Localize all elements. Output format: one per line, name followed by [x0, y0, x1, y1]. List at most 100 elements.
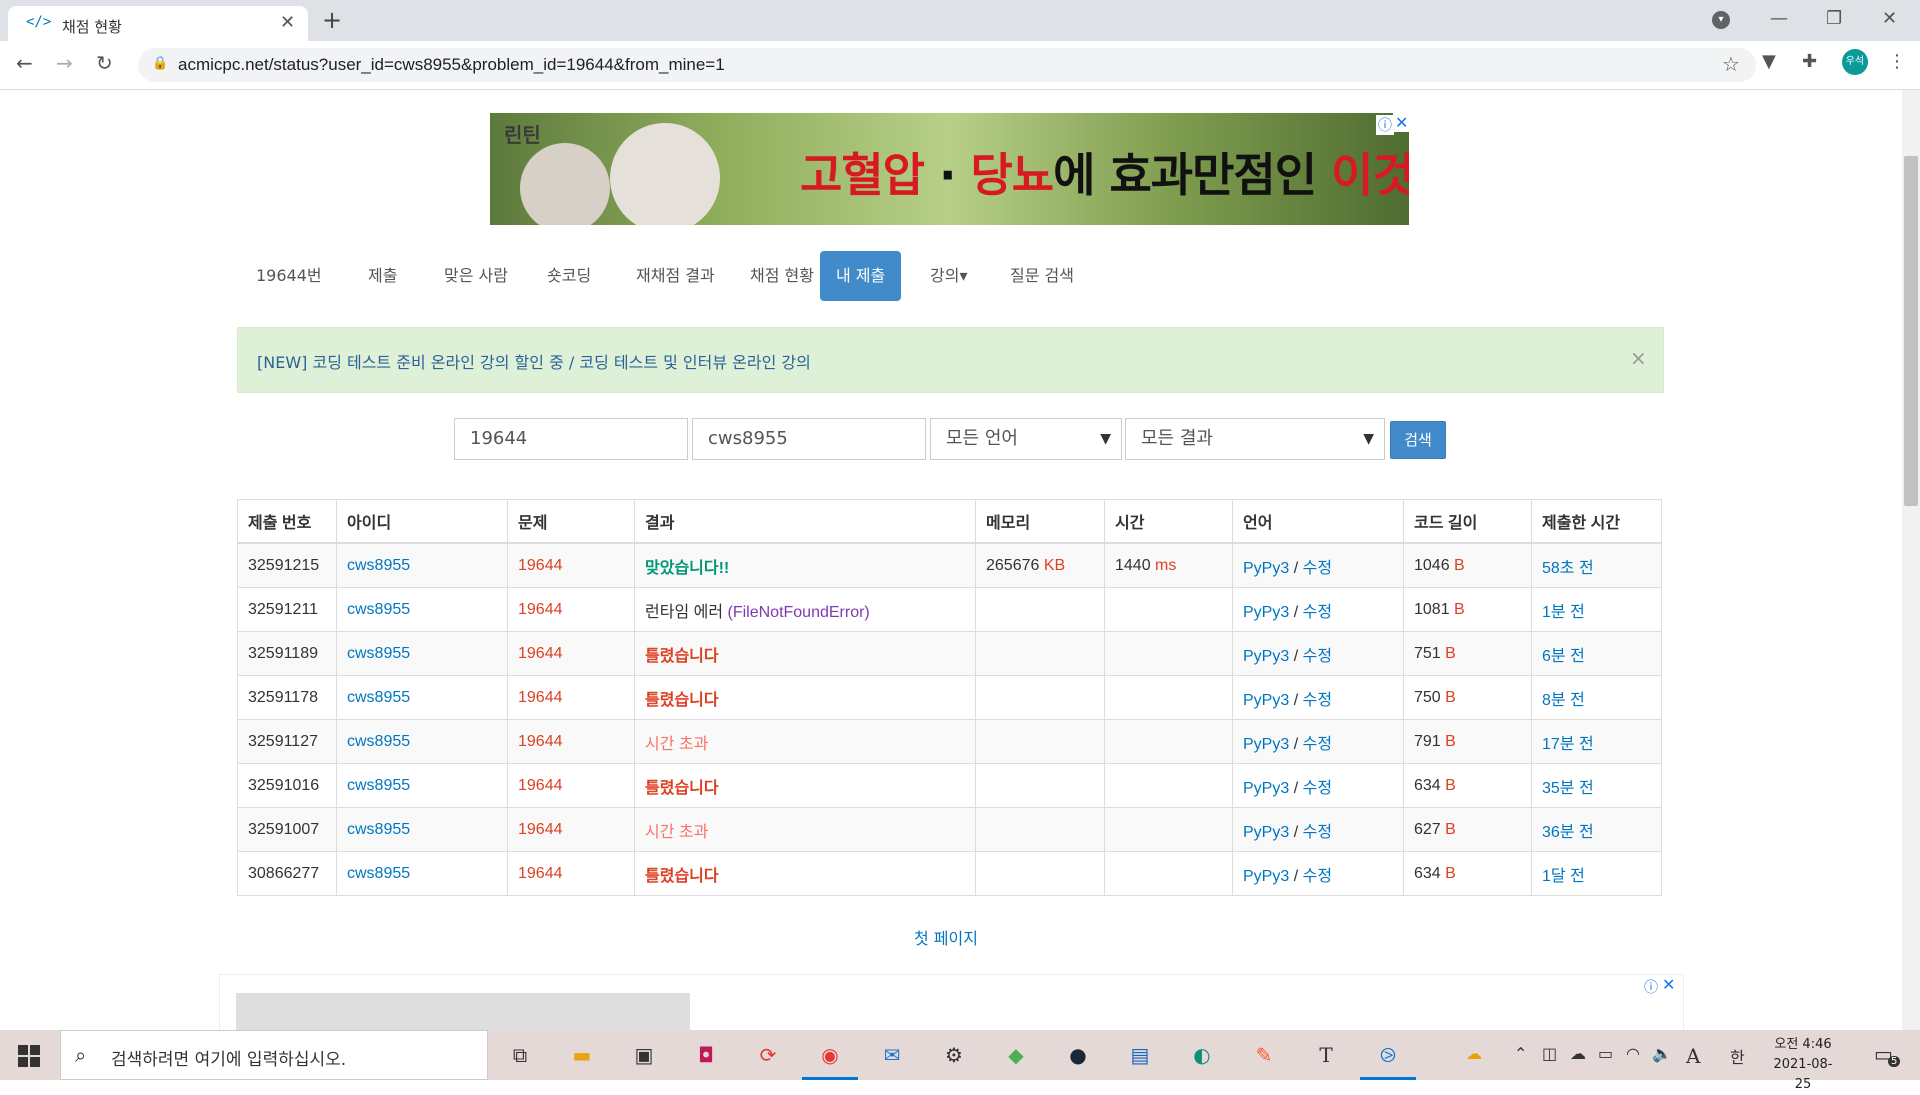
problem-link[interactable]: 19644	[507, 631, 635, 676]
window-close-icon[interactable]: ✕	[1882, 8, 1897, 29]
bookmark-star-icon[interactable]: ☆	[1722, 52, 1740, 76]
volume-icon[interactable]: 🔈	[1652, 1044, 1672, 1063]
user-link[interactable]: cws8955	[336, 807, 508, 852]
user-link[interactable]: cws8955	[336, 851, 508, 896]
edit-link[interactable]: 수정	[1303, 780, 1332, 797]
lock-icon[interactable]: 🔒	[152, 56, 168, 71]
extensions-puzzle-icon[interactable]: ✚	[1802, 51, 1817, 72]
forward-icon[interactable]: →	[56, 51, 73, 75]
nav-problem-number[interactable]: 19644번	[240, 251, 338, 301]
language-link[interactable]: PyPy3	[1243, 736, 1289, 753]
reader-icon[interactable]: ▤	[1124, 1040, 1156, 1070]
user-link[interactable]: cws8955	[336, 587, 508, 632]
windows-start-icon[interactable]	[18, 1045, 40, 1067]
edit-link[interactable]: 수정	[1303, 824, 1332, 841]
submitted-time-link[interactable]: 58초 전	[1531, 542, 1662, 588]
submitted-time-link[interactable]: 8분 전	[1531, 675, 1662, 720]
user-id-input[interactable]: cws8955	[692, 418, 926, 460]
problem-link[interactable]: 19644	[507, 807, 635, 852]
edit-link[interactable]: 수정	[1303, 648, 1332, 665]
edit-link[interactable]: 수정	[1303, 560, 1332, 577]
nav-question-search[interactable]: 질문 검색	[994, 251, 1090, 301]
onedrive-icon[interactable]: ☁	[1570, 1044, 1586, 1063]
edit-link[interactable]: 수정	[1303, 604, 1332, 621]
problem-link[interactable]: 19644	[507, 675, 635, 720]
wifi-icon[interactable]: ◠	[1626, 1044, 1640, 1063]
minimize-icon[interactable]: —	[1770, 8, 1788, 29]
edge-icon[interactable]: ◐	[1186, 1040, 1218, 1070]
ad-close-icon[interactable]: ✕	[1393, 113, 1409, 132]
submitted-time-link[interactable]: 35분 전	[1531, 763, 1662, 808]
user-link[interactable]: cws8955	[336, 675, 508, 720]
sync-app-icon[interactable]: ⟳	[752, 1040, 784, 1070]
submitted-time-link[interactable]: 36분 전	[1531, 807, 1662, 852]
task-view-icon[interactable]: ⧉	[504, 1040, 536, 1070]
problem-link[interactable]: 19644	[507, 763, 635, 808]
nav-rejudge-results[interactable]: 재채점 결과	[620, 251, 731, 301]
nav-status[interactable]: 채점 현황	[734, 251, 830, 301]
nav-lectures-dropdown[interactable]: 강의▾	[914, 251, 983, 301]
tab-close-icon[interactable]: ✕	[280, 12, 295, 33]
battery-icon[interactable]: ▭	[1598, 1044, 1613, 1063]
reload-icon[interactable]: ↻	[96, 51, 113, 75]
vscode-icon[interactable]: ⧁	[1372, 1040, 1404, 1070]
promo-link[interactable]: [NEW] 코딩 테스트 준비 온라인 강의 할인 중 / 코딩 테스트 및 인…	[257, 349, 811, 373]
ad-info-icon[interactable]: ⓘ	[1644, 977, 1658, 997]
language-link[interactable]: PyPy3	[1243, 824, 1289, 841]
problem-id-input[interactable]: 19644	[454, 418, 688, 460]
result-select[interactable]: 모든 결과 ▼	[1125, 418, 1385, 460]
back-icon[interactable]: ←	[16, 51, 33, 75]
weather-icon[interactable]: ☁	[1466, 1044, 1482, 1063]
submitted-time-link[interactable]: 1분 전	[1531, 587, 1662, 632]
ad-close-icon[interactable]: ✕	[1662, 975, 1675, 994]
taskbar-clock[interactable]: 오전 4:46 2021-08-25	[1770, 1035, 1836, 1095]
language-select[interactable]: 모든 언어 ▼	[930, 418, 1122, 460]
problem-link[interactable]: 19644	[507, 851, 635, 896]
steam-icon[interactable]: ●	[1062, 1040, 1094, 1070]
language-link[interactable]: PyPy3	[1243, 780, 1289, 797]
problem-link[interactable]: 19644	[507, 587, 635, 632]
file-explorer-icon[interactable]: ▬	[566, 1040, 598, 1070]
nav-accepted-users[interactable]: 맞은 사람	[428, 251, 524, 301]
edit-link[interactable]: 수정	[1303, 692, 1332, 709]
tray-app-icon[interactable]: ◫	[1542, 1044, 1557, 1063]
ime-indicator[interactable]: 한	[1730, 1044, 1745, 1068]
nav-my-submissions[interactable]: 내 제출	[820, 251, 902, 301]
submitted-time-link[interactable]: 1달 전	[1531, 851, 1662, 896]
language-link[interactable]: PyPy3	[1243, 868, 1289, 885]
browser-tab[interactable]: </> 채점 현황 ✕	[8, 6, 308, 41]
language-link[interactable]: PyPy3	[1243, 604, 1289, 621]
user-link[interactable]: cws8955	[336, 763, 508, 808]
alert-close-icon[interactable]: ×	[1630, 346, 1647, 370]
user-link[interactable]: cws8955	[336, 719, 508, 764]
store-icon[interactable]: ▣	[628, 1040, 660, 1070]
taskbar-search[interactable]: ⌕ 검색하려면 여기에 입력하십시오.	[60, 1030, 488, 1080]
app-red-square-icon[interactable]: ◘	[690, 1040, 722, 1070]
language-link[interactable]: PyPy3	[1243, 648, 1289, 665]
language-link[interactable]: PyPy3	[1243, 692, 1289, 709]
new-tab-icon[interactable]: +	[322, 6, 342, 34]
chrome-icon[interactable]: ◉	[814, 1040, 846, 1070]
bottom-advertisement[interactable]: ⓘ ✕	[219, 974, 1684, 1031]
nav-short-coding[interactable]: 숏코딩	[531, 251, 607, 301]
font-indicator[interactable]: A	[1686, 1044, 1700, 1068]
tray-chevron-icon[interactable]: ⌃	[1514, 1044, 1527, 1063]
search-button[interactable]: 검색	[1390, 421, 1446, 459]
restore-icon[interactable]: ❐	[1826, 8, 1842, 29]
first-page-link[interactable]: 첫 페이지	[914, 925, 978, 949]
menu-kebab-icon[interactable]: ⋮	[1888, 51, 1906, 72]
profile-avatar[interactable]: 우석	[1842, 49, 1868, 75]
app-pen-icon[interactable]: ✎	[1248, 1040, 1280, 1070]
app-diamond-icon[interactable]: ◆	[1000, 1040, 1032, 1070]
submitted-time-link[interactable]: 17분 전	[1531, 719, 1662, 764]
ad-info-icon[interactable]: ⓘ	[1376, 115, 1394, 135]
problem-link[interactable]: 19644	[507, 542, 635, 588]
edit-link[interactable]: 수정	[1303, 868, 1332, 885]
nav-submit[interactable]: 제출	[352, 251, 413, 301]
tab-search-icon[interactable]: ▾	[1712, 11, 1730, 29]
language-link[interactable]: PyPy3	[1243, 560, 1289, 577]
omnibox[interactable]: 🔒 acmicpc.net/status?user_id=cws8955&pro…	[138, 48, 1756, 82]
user-link[interactable]: cws8955	[336, 542, 508, 588]
mail-icon[interactable]: ✉	[876, 1040, 908, 1070]
user-link[interactable]: cws8955	[336, 631, 508, 676]
